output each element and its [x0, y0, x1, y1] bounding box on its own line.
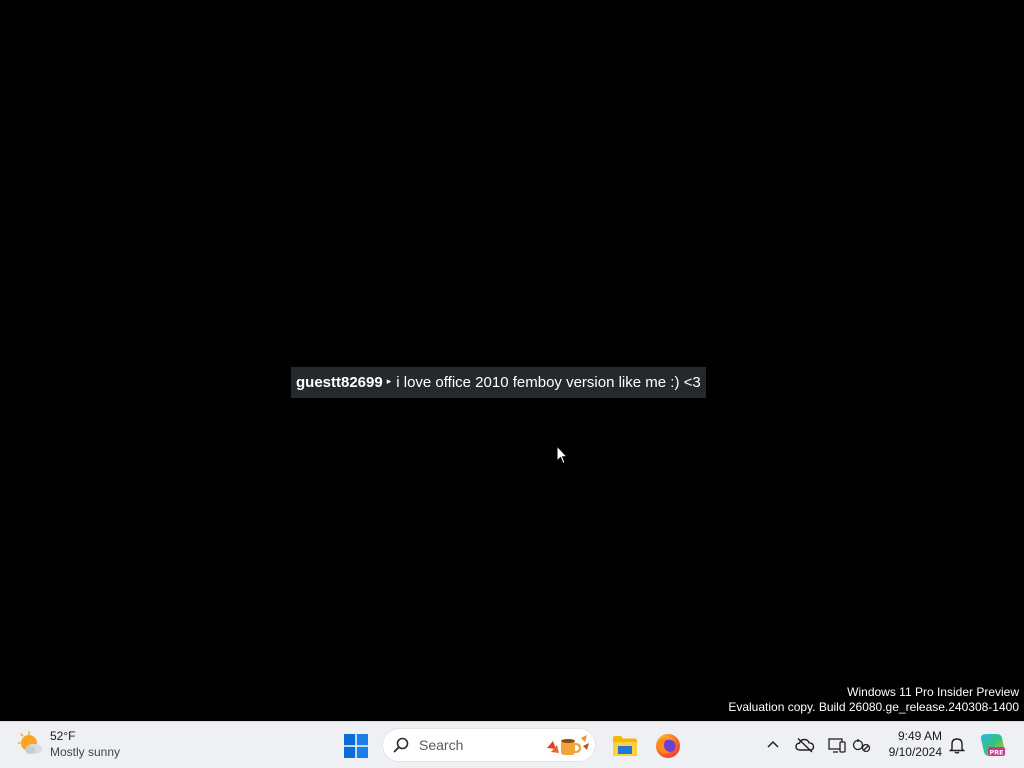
firefox-icon [656, 734, 680, 758]
search-icon [393, 737, 409, 753]
clock-time: 9:49 AM [897, 729, 942, 743]
clock-date: 9/10/2024 [888, 745, 942, 759]
watermark-edition: Windows 11 Pro Insider Preview [847, 685, 1019, 699]
desktop-background: guestt82699 ▸ i love office 2010 femboy … [0, 0, 1024, 721]
windows-watermark: Windows 11 Pro Insider Preview Evaluatio… [728, 685, 1019, 715]
watermark-build: Evaluation copy. Build 26080.ge_release.… [728, 700, 1019, 714]
taskbar: 52°F Mostly sunny Search 9:49 AM 9/10/20… [0, 721, 1024, 768]
chat-separator-icon: ▸ [386, 376, 392, 386]
onedrive-cloud-off-icon [795, 737, 815, 753]
notification-bell-icon[interactable] [947, 735, 967, 755]
chat-username: guestt82699 [296, 374, 383, 391]
device-icon [828, 738, 846, 753]
taskbar-app-firefox[interactable] [652, 730, 684, 762]
tray-onedrive[interactable] [794, 734, 816, 756]
chat-message-text: i love office 2010 femboy version like m… [396, 374, 701, 391]
copilot-pre-icon[interactable]: PRE [979, 731, 1007, 759]
folder-icon [613, 736, 637, 756]
taskbar-app-file-explorer[interactable] [609, 730, 641, 762]
svg-text:PRE: PRE [989, 748, 1003, 756]
search-placeholder: Search [419, 737, 464, 753]
windows-logo-icon [344, 734, 368, 758]
tray-network[interactable] [851, 734, 873, 756]
tray-device[interactable] [826, 734, 848, 756]
network-disconnected-icon [852, 739, 871, 753]
mouse-cursor-icon [556, 445, 568, 465]
partly-sunny-icon [18, 731, 42, 754]
weather-temperature: 52°F [50, 729, 76, 743]
search-highlight-autumn-icon [547, 735, 589, 755]
chat-message-overlay: guestt82699 ▸ i love office 2010 femboy … [291, 367, 706, 398]
weather-widget[interactable]: 52°F Mostly sunny [18, 728, 120, 760]
search-input[interactable]: Search [382, 728, 596, 762]
show-hidden-icons-chevron-icon[interactable] [764, 736, 782, 754]
weather-condition: Mostly sunny [50, 745, 121, 759]
start-button[interactable] [340, 730, 372, 762]
taskbar-clock[interactable]: 9:49 AM 9/10/2024 [876, 728, 942, 760]
